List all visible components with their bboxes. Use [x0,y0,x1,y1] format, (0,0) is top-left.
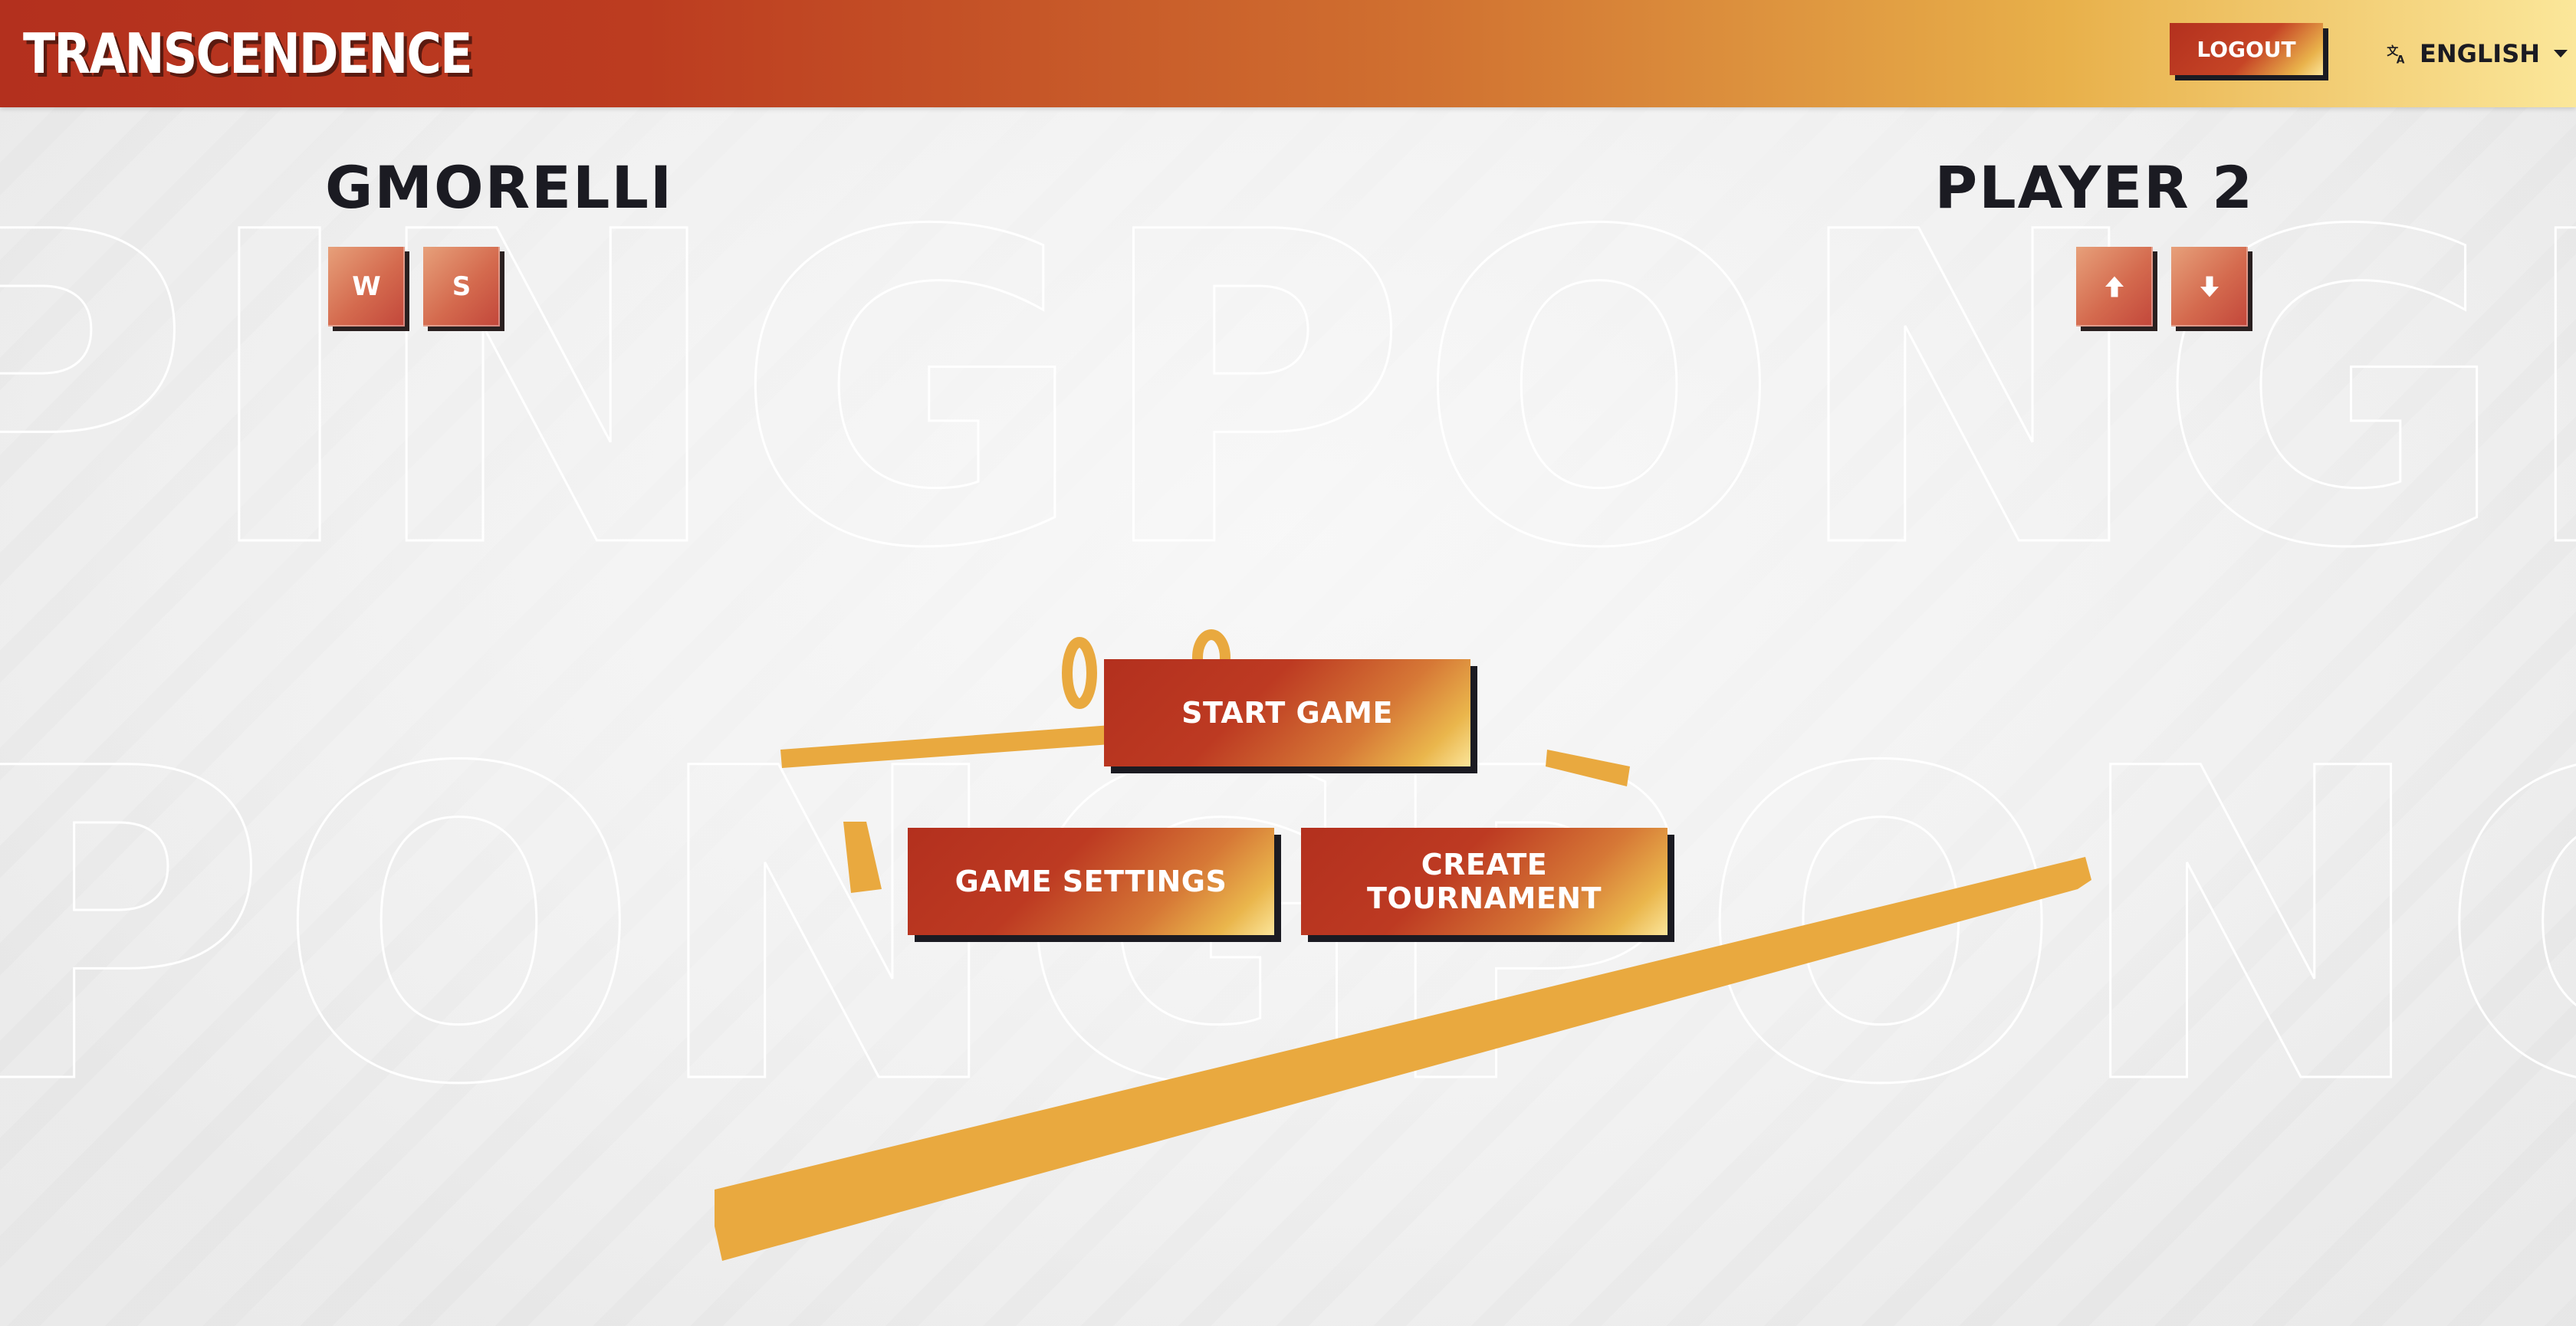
player-2-name: PLAYER 2 [1934,153,2254,222]
player-1-name: GMORELLI [325,153,674,222]
create-tournament-button[interactable]: CREATE TOURNAMENT [1301,828,1668,935]
key-down [2171,247,2248,327]
key-s: S [423,247,500,327]
arrow-down-icon [2200,276,2219,297]
arrow-up-icon [2105,276,2124,297]
app-logo[interactable]: TRANSCENDENCE [23,21,472,86]
svg-text:A: A [2397,54,2405,66]
key-up [2076,247,2153,327]
top-bar: TRANSCENDENCE LOGOUT 文 A ENGLISH [0,0,2576,107]
key-w: W [328,247,405,327]
language-label: ENGLISH [2420,39,2541,68]
translate-icon: 文 A [2387,44,2405,66]
game-settings-button[interactable]: GAME SETTINGS [908,828,1274,935]
language-selector[interactable]: 文 A ENGLISH [2386,37,2568,71]
start-game-button[interactable]: START GAME [1104,659,1470,766]
chevron-down-icon [2554,50,2568,57]
logout-button[interactable]: LOGOUT [2170,23,2323,75]
